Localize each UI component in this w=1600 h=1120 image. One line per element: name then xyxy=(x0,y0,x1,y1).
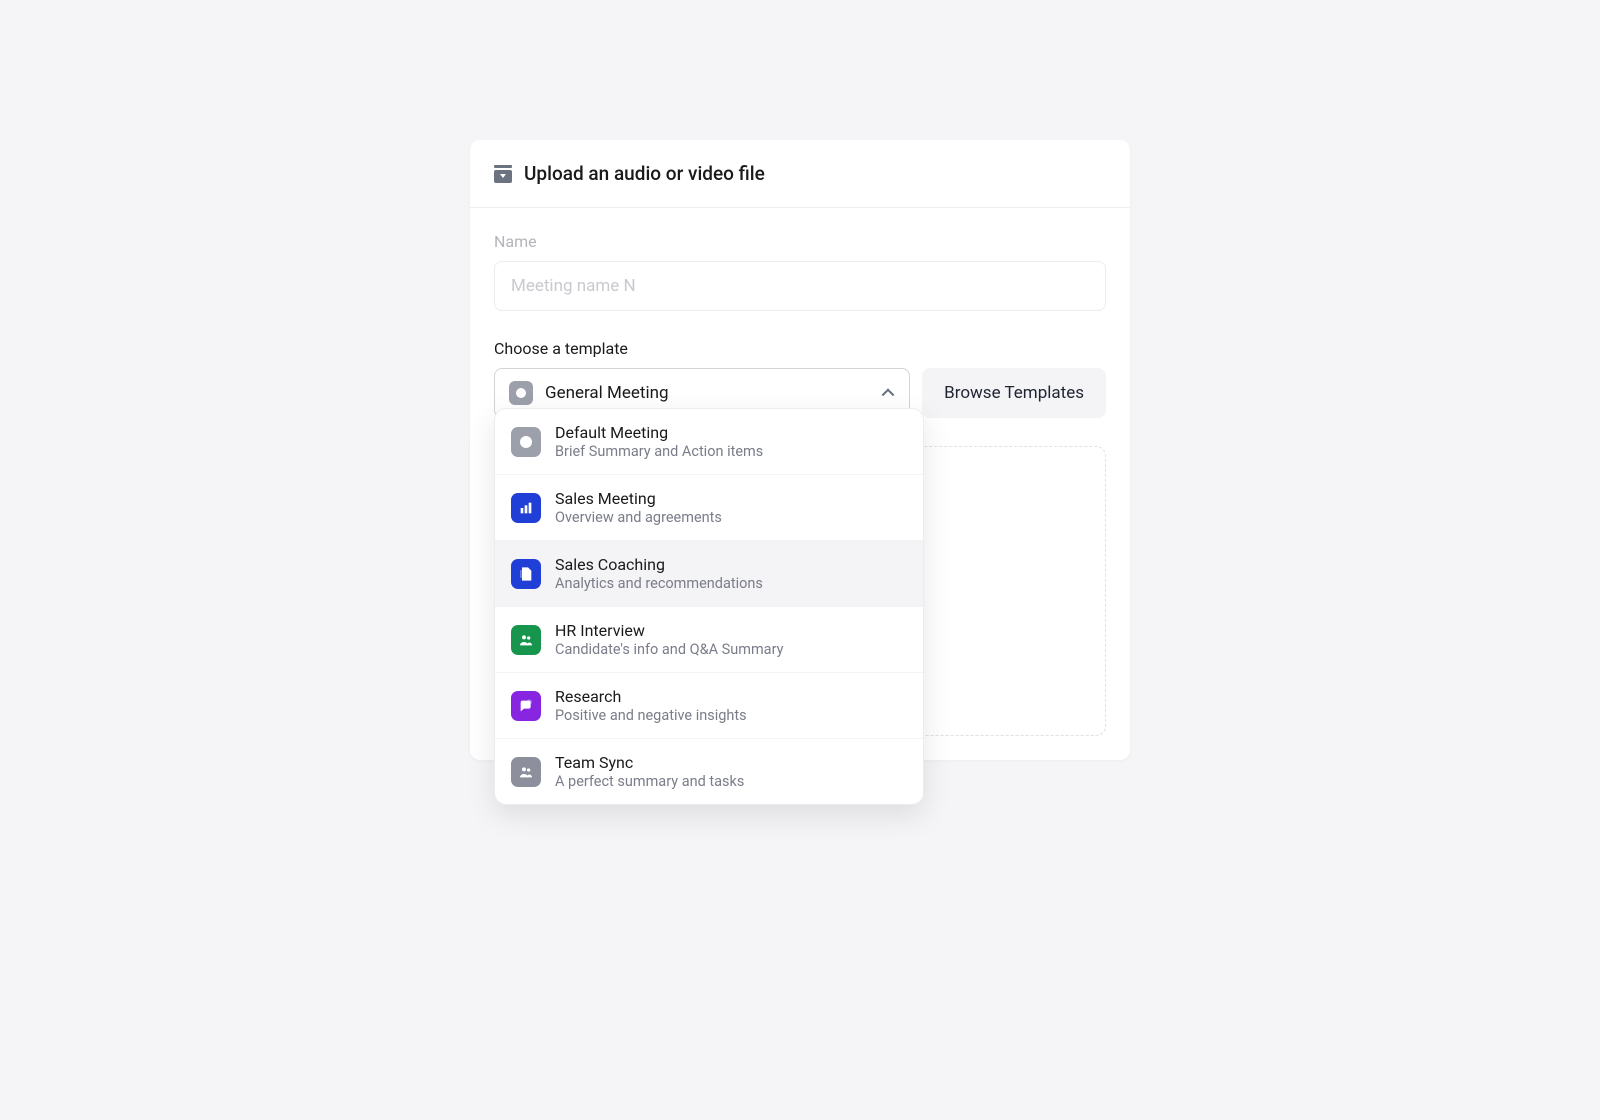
archive-download-icon xyxy=(494,165,512,183)
template-option[interactable]: Sales MeetingOverview and agreements xyxy=(495,475,923,541)
option-title: Sales Coaching xyxy=(555,555,763,574)
option-title: Default Meeting xyxy=(555,423,763,442)
record-icon xyxy=(511,427,541,457)
option-title: Research xyxy=(555,687,747,706)
template-selected-label: General Meeting xyxy=(545,383,869,403)
template-option[interactable]: HR InterviewCandidate's info and Q&A Sum… xyxy=(495,607,923,673)
option-desc: Overview and agreements xyxy=(555,509,722,526)
card-body: Name Choose a template General Meeting B… xyxy=(470,208,1130,760)
option-title: HR Interview xyxy=(555,621,783,640)
card-header: Upload an audio or video file xyxy=(470,140,1130,208)
option-desc: Positive and negative insights xyxy=(555,707,747,724)
option-title: Sales Meeting xyxy=(555,489,722,508)
template-dropdown: Default MeetingBrief Summary and Action … xyxy=(494,408,924,805)
template-label: Choose a template xyxy=(494,339,1106,358)
card-title: Upload an audio or video file xyxy=(524,162,765,185)
template-option[interactable]: Sales CoachingAnalytics and recommendati… xyxy=(495,541,923,607)
option-desc: Analytics and recommendations xyxy=(555,575,763,592)
name-label: Name xyxy=(494,232,1106,251)
option-desc: Candidate's info and Q&A Summary xyxy=(555,641,783,658)
template-option[interactable]: ResearchPositive and negative insights xyxy=(495,673,923,739)
option-title: Team Sync xyxy=(555,753,744,772)
template-option[interactable]: Default MeetingBrief Summary and Action … xyxy=(495,409,923,475)
name-section: Name xyxy=(494,232,1106,311)
record-icon xyxy=(509,381,533,405)
upload-card: Upload an audio or video file Name Choos… xyxy=(470,140,1130,760)
people-icon xyxy=(511,625,541,655)
chevron-up-icon xyxy=(881,386,895,400)
option-desc: A perfect summary and tasks xyxy=(555,773,744,790)
template-section: Choose a template General Meeting Browse… xyxy=(494,339,1106,418)
people-icon xyxy=(511,757,541,787)
option-desc: Brief Summary and Action items xyxy=(555,443,763,460)
template-option[interactable]: Team SyncA perfect summary and tasks xyxy=(495,739,923,804)
browse-templates-button[interactable]: Browse Templates xyxy=(922,368,1106,418)
document-icon xyxy=(511,559,541,589)
chart-icon xyxy=(511,493,541,523)
chat-icon xyxy=(511,691,541,721)
meeting-name-input[interactable] xyxy=(494,261,1106,311)
